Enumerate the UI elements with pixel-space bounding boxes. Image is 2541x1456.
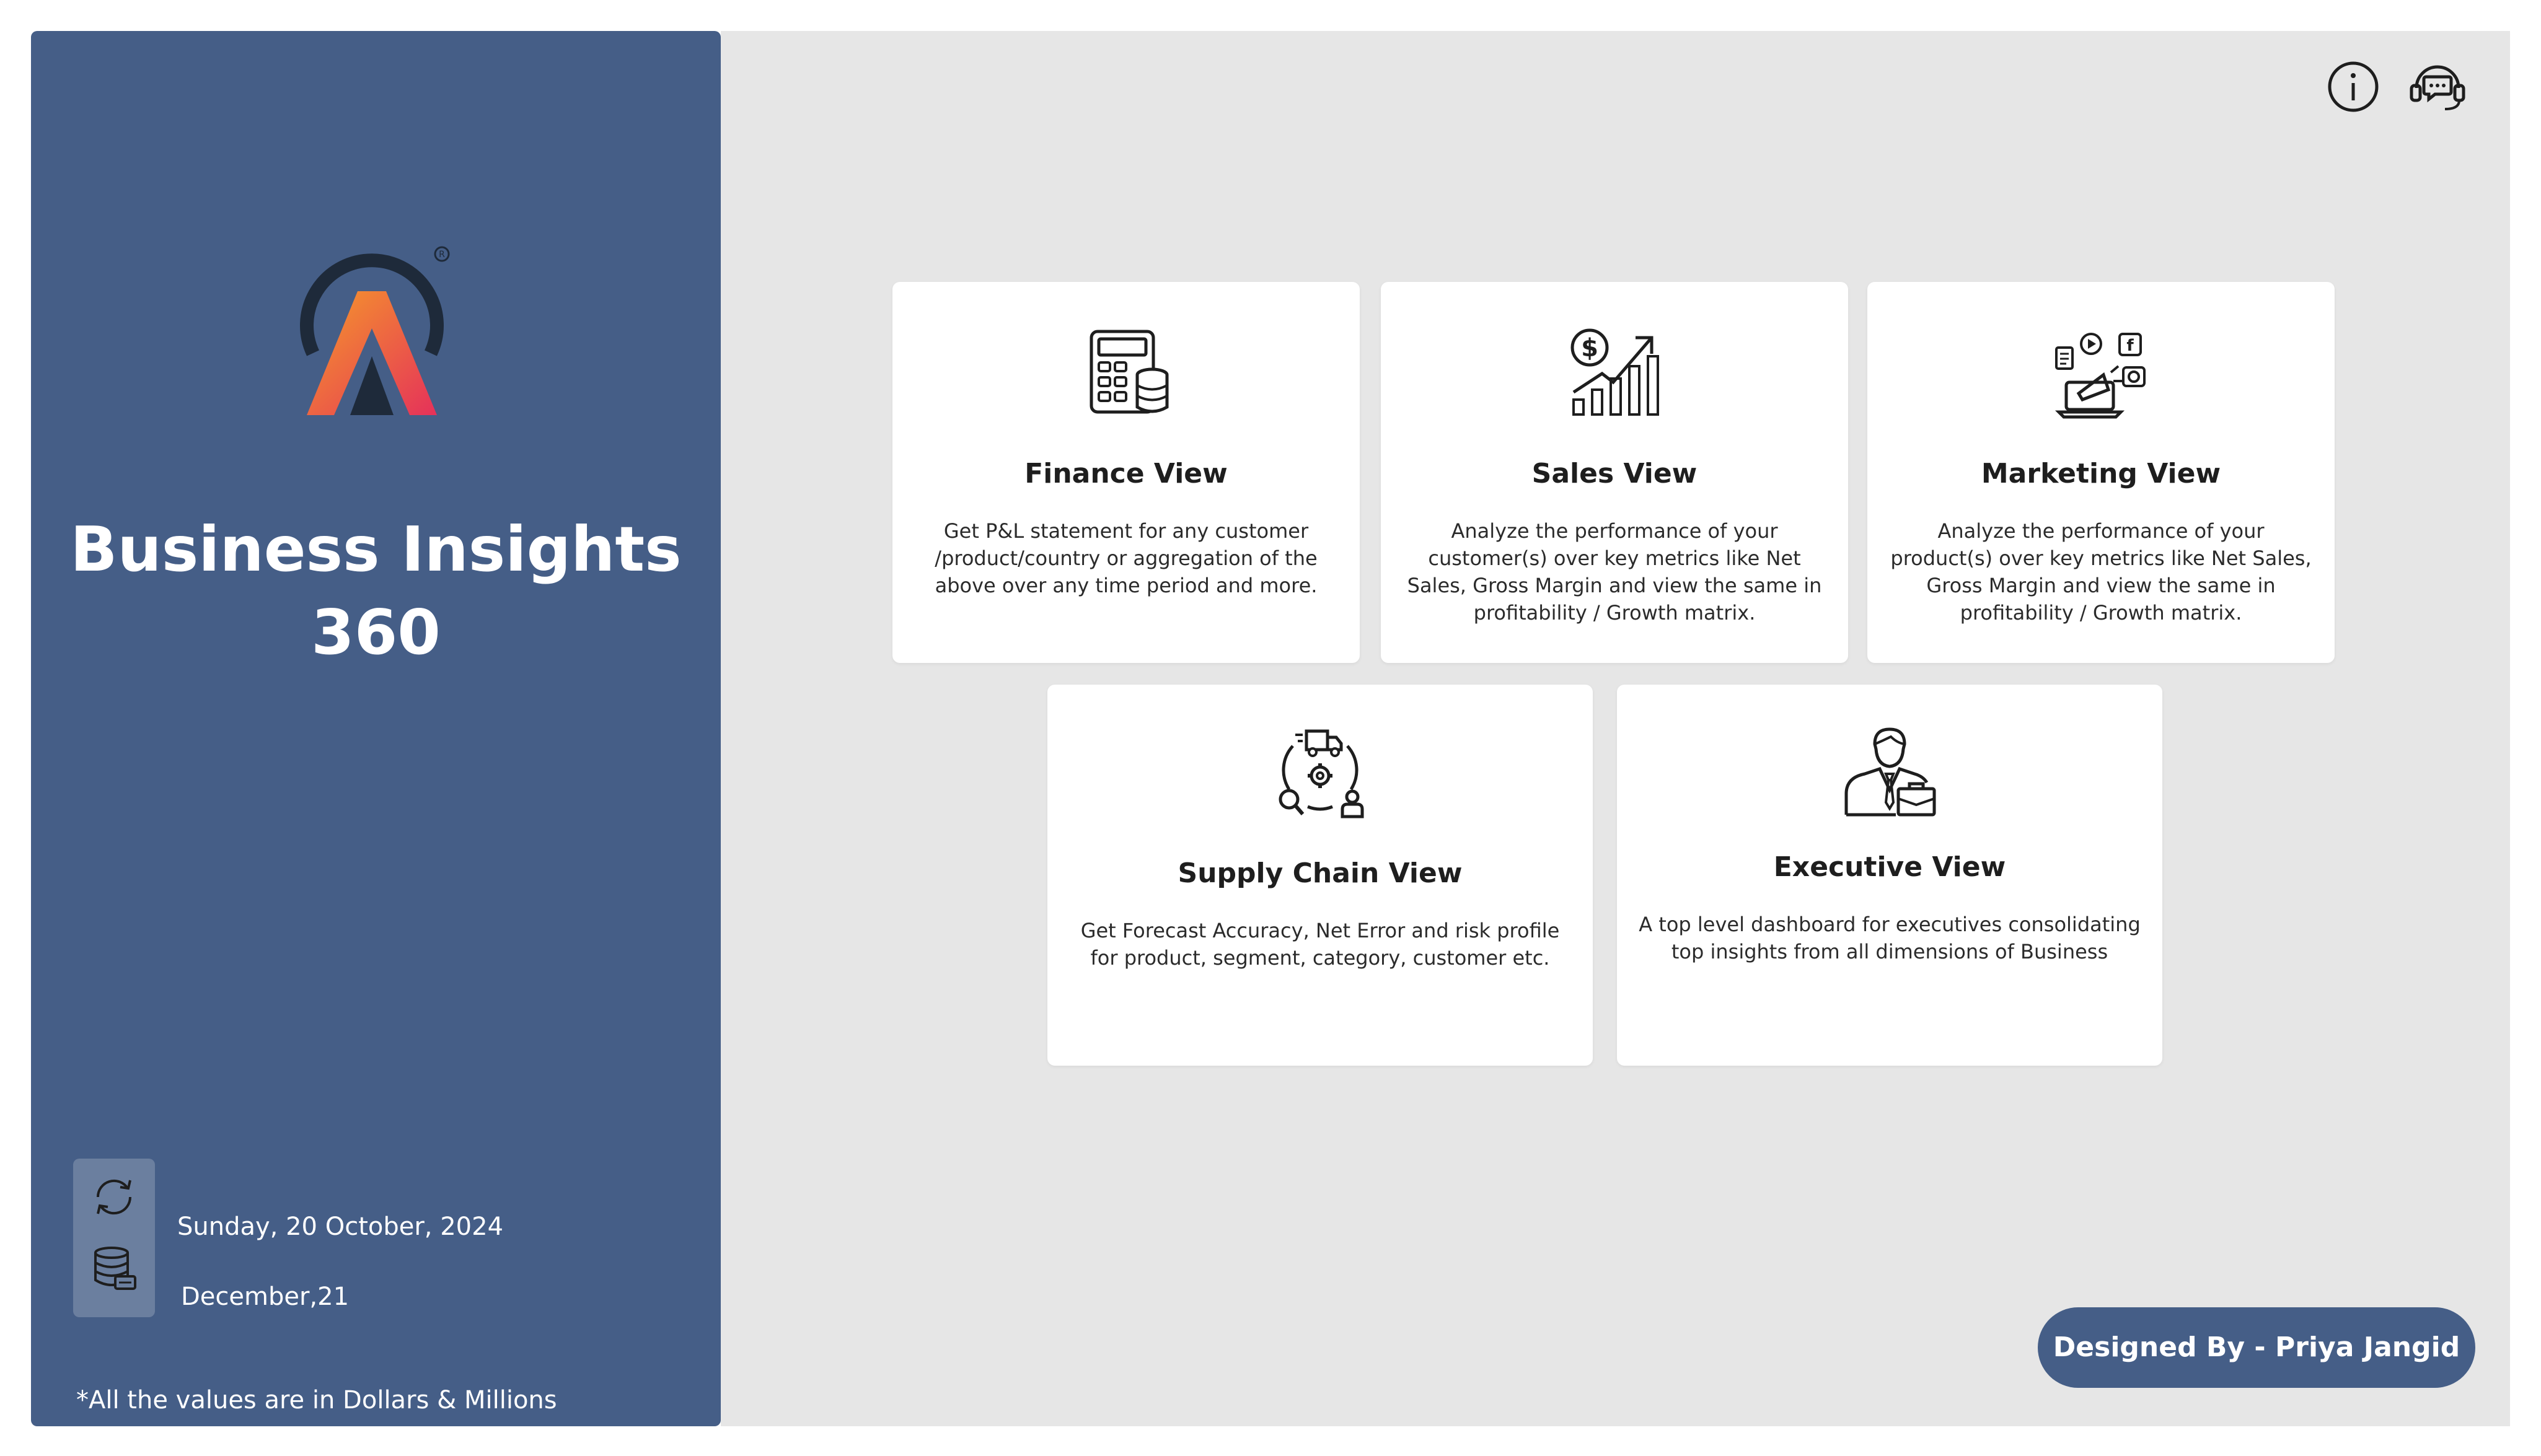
card-title: Executive View — [1773, 851, 2006, 883]
card-description: Analyze the performance of your customer… — [1407, 519, 1822, 625]
currency-footnote: *All the values are in Dollars & Million… — [76, 1386, 557, 1414]
supply-chain-icon — [1279, 729, 1364, 818]
app-title: Business Insights 360 — [31, 508, 721, 674]
support-chat-icon[interactable] — [2408, 57, 2467, 116]
card-description: Analyze the performance of your product(… — [1890, 519, 2312, 625]
svg-text:R: R — [439, 250, 445, 260]
card-title: Supply Chain View — [1178, 857, 1463, 889]
finance-view-card[interactable]: Finance View Get P&L statement for any c… — [892, 282, 1360, 663]
main-canvas: Finance View Get P&L statement for any c… — [721, 31, 2510, 1426]
svg-text:f: f — [2126, 336, 2134, 355]
app-title-line1: Business Insights — [70, 513, 682, 585]
database-icon — [94, 1247, 136, 1290]
sales-view-card[interactable]: $ Sales View Analyze the performance of … — [1381, 282, 1848, 663]
executive-view-card[interactable]: Executive View A top level dashboard for… — [1617, 685, 2162, 1066]
data-period: December,21 — [181, 1283, 350, 1311]
card-description: Get P&L statement for any customer /prod… — [935, 519, 1318, 597]
card-title: Finance View — [1024, 458, 1228, 489]
card-title: Marketing View — [1981, 458, 2221, 489]
calculator-coins-icon — [1090, 330, 1169, 414]
app-title-line2: 360 — [311, 596, 441, 669]
company-logo: R — [300, 246, 450, 415]
refresh-icon — [96, 1179, 132, 1215]
digital-marketing-icon: f — [2054, 333, 2146, 419]
dollar-growth-chart-icon: $ — [1570, 328, 1659, 416]
info-icon-box — [73, 1159, 155, 1317]
designed-by-badge: Designed By - Priya Jangid — [2038, 1307, 2475, 1388]
svg-text:$: $ — [1581, 334, 1598, 362]
executive-businessman-icon — [1844, 727, 1936, 817]
info-icon[interactable] — [2323, 57, 2383, 116]
sidebar: R Business Insights 360 Sunday, 20 Octob… — [31, 31, 721, 1426]
card-description: Get Forecast Accuracy, Net Error and ris… — [1080, 919, 1560, 970]
card-title: Sales View — [1531, 458, 1698, 489]
supply-chain-view-card[interactable]: Supply Chain View Get Forecast Accuracy,… — [1047, 685, 1593, 1066]
card-description: A top level dashboard for executives con… — [1639, 913, 2141, 963]
marketing-view-card[interactable]: f Marketing View Analyze the performance… — [1867, 282, 2335, 663]
refresh-date: Sunday, 20 October, 2024 — [177, 1213, 504, 1241]
